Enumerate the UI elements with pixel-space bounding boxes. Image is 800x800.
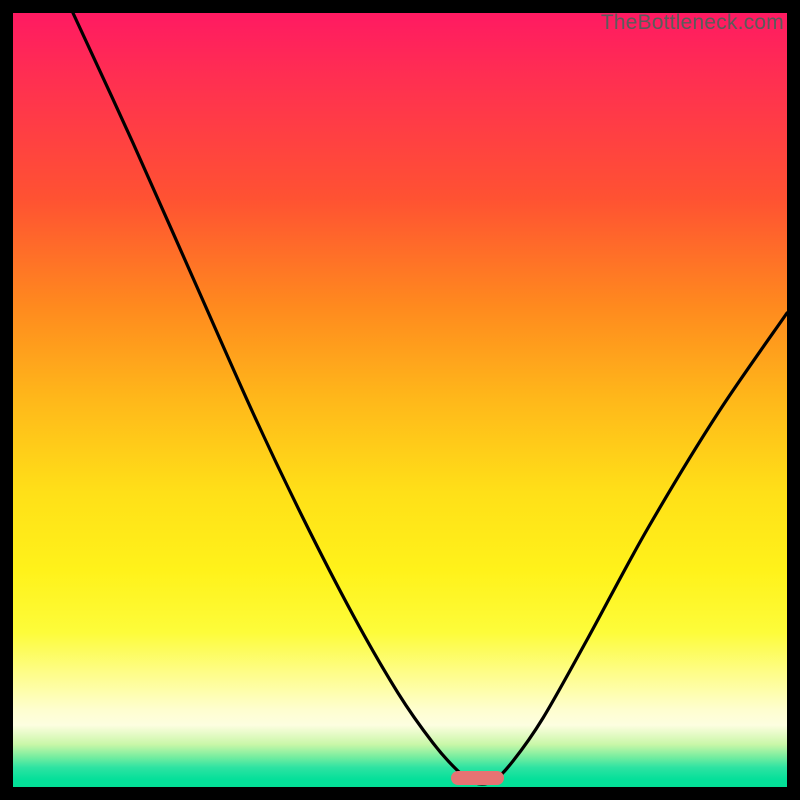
plot-area (13, 13, 787, 787)
optimal-point-marker (451, 771, 504, 785)
chart-frame: TheBottleneck.com (13, 13, 787, 787)
watermark-text: TheBottleneck.com (601, 11, 784, 35)
bottleneck-curve (13, 13, 787, 787)
